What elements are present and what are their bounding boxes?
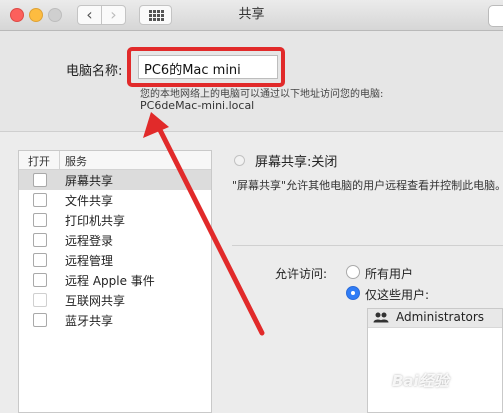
service-label: 打印机共享: [65, 214, 126, 228]
allow-access-label: 允许访问:: [275, 267, 328, 281]
service-row-file-sharing[interactable]: 文件共享: [19, 190, 211, 210]
service-label: 远程管理: [65, 254, 114, 268]
service-checkbox[interactable]: [33, 253, 47, 267]
computer-name-label: 电脑名称:: [66, 64, 123, 79]
service-row-remote-apple-events[interactable]: 远程 Apple 事件: [19, 270, 211, 290]
service-checkbox[interactable]: [33, 213, 47, 227]
user-row-administrators[interactable]: Administrators: [368, 309, 502, 328]
all-users-radio[interactable]: [346, 265, 360, 279]
service-row-bluetooth-sharing[interactable]: 蓝牙共享: [19, 310, 211, 330]
service-checkbox[interactable]: [33, 273, 47, 287]
service-label: 文件共享: [65, 194, 114, 208]
service-status: 屏幕共享:关闭: [255, 155, 338, 170]
these-users-radio[interactable]: [346, 286, 360, 300]
allowed-users-list: Administrators: [367, 308, 503, 413]
column-on-header[interactable]: 打开: [28, 153, 50, 169]
column-service-header[interactable]: 服务: [65, 153, 87, 169]
column-divider: [59, 151, 60, 169]
service-checkbox[interactable]: [33, 233, 47, 247]
access-hint-text: 您的本地网络上的电脑可以通过以下地址访问您的电脑:: [140, 89, 384, 100]
service-row-screen-sharing[interactable]: 屏幕共享: [19, 170, 211, 190]
service-label: 屏幕共享: [65, 174, 114, 188]
service-label: 远程登录: [65, 234, 114, 248]
search-field[interactable]: [488, 5, 503, 27]
service-label: 远程 Apple 事件: [65, 274, 155, 288]
local-hostname: PC6deMac-mini.local: [140, 99, 255, 112]
user-name: Administrators: [396, 310, 485, 324]
services-list-header: 打开 服务: [19, 151, 211, 170]
title-bar: ‹ › 共享: [0, 0, 503, 31]
these-users-option-label[interactable]: 仅这些用户:: [365, 286, 429, 303]
service-checkbox[interactable]: [33, 173, 47, 187]
service-label: 蓝牙共享: [65, 314, 114, 328]
red-highlight-box: [127, 47, 285, 87]
service-row-remote-management[interactable]: 远程管理: [19, 250, 211, 270]
service-row-remote-login[interactable]: 远程登录: [19, 230, 211, 250]
all-users-option-label[interactable]: 所有用户: [365, 265, 413, 282]
status-indicator-icon: [234, 155, 245, 166]
section-divider: [232, 245, 503, 246]
service-checkbox[interactable]: [33, 293, 47, 307]
service-label: 互联网共享: [65, 294, 126, 308]
group-icon: [373, 312, 389, 326]
service-checkbox[interactable]: [33, 193, 47, 207]
service-row-printer-sharing[interactable]: 打印机共享: [19, 210, 211, 230]
watermark: Bai经验: [392, 372, 449, 390]
services-list: 打开 服务 屏幕共享 文件共享 打印机共享 远程登录 远程管理 远程 Apple…: [18, 150, 212, 413]
service-description: "屏幕共享"允许其他电脑的用户远程查看并控制此电脑。: [232, 179, 503, 192]
service-row-internet-sharing[interactable]: 互联网共享: [19, 290, 211, 310]
window-title: 共享: [238, 7, 265, 22]
service-checkbox[interactable]: [33, 313, 47, 327]
